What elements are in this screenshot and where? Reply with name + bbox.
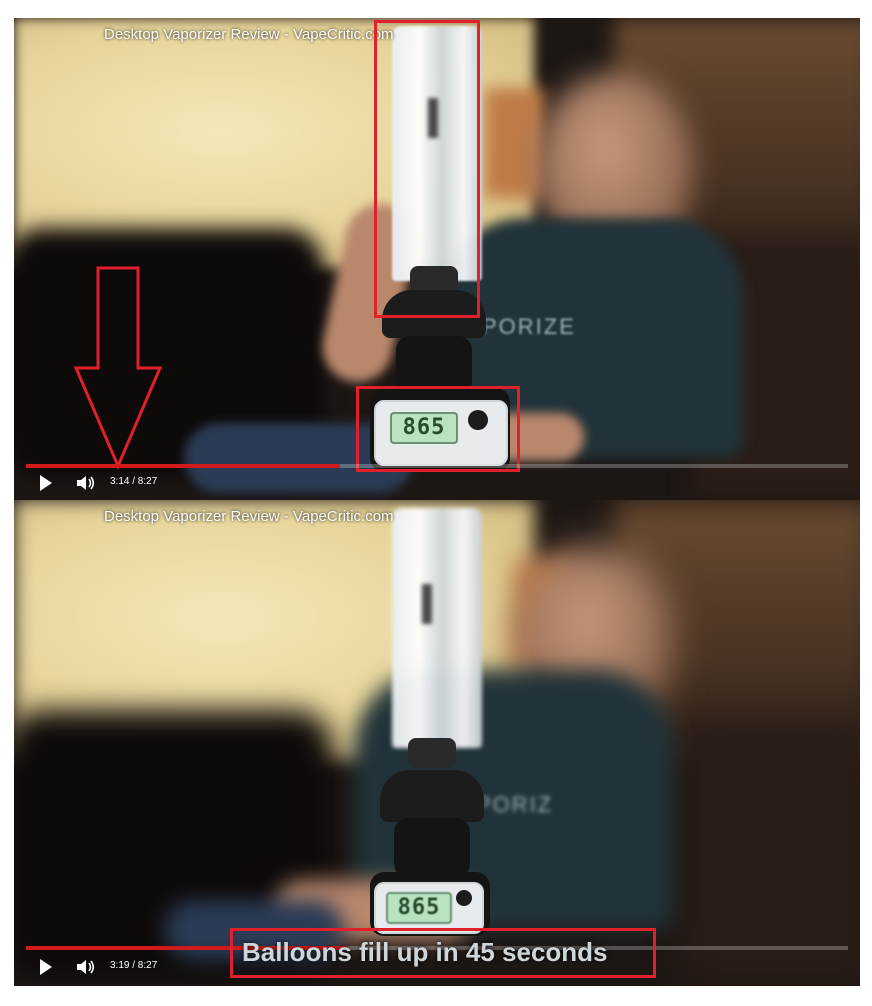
- shirt-text: PORIZE: [482, 314, 576, 339]
- temperature-display: 865: [386, 892, 452, 924]
- play-icon[interactable]: [40, 475, 52, 491]
- video-title: Desktop Vaporizer Review - VapeCritic.co…: [104, 26, 394, 43]
- annotation-box-display: [356, 386, 520, 472]
- vaporizer-control-panel: 865: [374, 882, 484, 934]
- caption-text: Balloons fill up in 45 seconds: [242, 937, 608, 967]
- vaporizer-knob: [456, 890, 472, 906]
- balloon-label: [422, 584, 432, 624]
- shirt-text: PORIZ: [476, 792, 554, 817]
- volume-icon[interactable]: [76, 958, 96, 976]
- volume-icon[interactable]: [76, 474, 96, 492]
- down-arrow-annotation-icon: [73, 266, 163, 470]
- vaporizer-valve: [408, 738, 456, 768]
- vapor-balloon: [392, 508, 482, 748]
- annotation-box-balloon: [374, 20, 480, 318]
- video-frame-top: PORIZE 865 Desktop Vaporizer Review - Va…: [14, 18, 860, 500]
- video-frame-bottom: PORIZ 865 Desktop Vaporizer Review - Vap…: [14, 500, 860, 986]
- time-display: 3:14 / 8:27: [110, 476, 158, 487]
- video-title: Desktop Vaporizer Review - VapeCritic.co…: [104, 508, 394, 525]
- vaporizer-top: [380, 770, 484, 822]
- background-dark: [684, 720, 860, 980]
- time-display: 3:19 / 8:27: [110, 960, 158, 971]
- player-controls: 3:14 / 8:27: [14, 468, 860, 500]
- play-icon[interactable]: [40, 959, 52, 975]
- vaporizer-neck: [394, 818, 470, 878]
